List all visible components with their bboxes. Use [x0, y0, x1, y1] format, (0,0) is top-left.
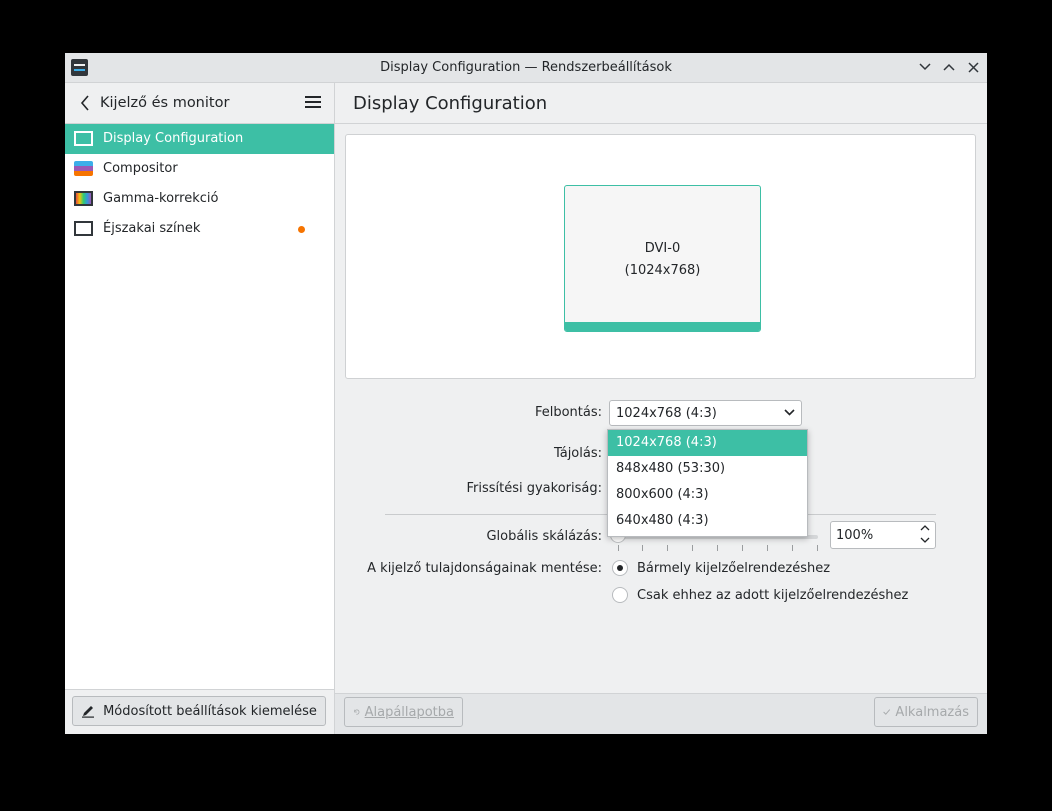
output-dvi-0[interactable]: DVI-0 (1024x768): [564, 185, 761, 332]
main-header: Display Configuration: [335, 83, 987, 124]
scale-spinbox[interactable]: 100%: [830, 521, 936, 549]
title-bar: Display Configuration — Rendszerbeállítá…: [65, 53, 987, 83]
gamma-icon: [74, 191, 93, 206]
close-icon[interactable]: [963, 57, 983, 77]
back-icon[interactable]: [75, 93, 95, 113]
sidebar-title: Kijelző és monitor: [100, 95, 230, 111]
compositor-icon: [74, 161, 93, 176]
chevron-down-icon: [784, 404, 795, 423]
monitor-icon: [74, 221, 93, 236]
sidebar-item-label: Gamma-korrekció: [103, 191, 219, 206]
apply-button[interactable]: Alkalmazás: [874, 697, 978, 727]
monitor-icon: [74, 131, 93, 146]
window-title: Display Configuration — Rendszerbeállítá…: [380, 60, 672, 75]
hamburger-menu-icon[interactable]: [305, 96, 321, 108]
main-panel: Display Configuration DVI-0 (1024x768) F…: [335, 83, 987, 734]
sidebar-item-label: Display Configuration: [103, 131, 244, 146]
highlight-button-label: Módosított beállítások kiemelése: [103, 703, 317, 719]
pen-icon: [82, 706, 95, 718]
output-layout-canvas[interactable]: DVI-0 (1024x768): [345, 134, 976, 379]
apply-button-label: Alkalmazás: [895, 704, 969, 720]
status-dot: [298, 226, 305, 233]
reset-button-label: Alapállapotba: [364, 704, 454, 720]
radio-any-layout-label[interactable]: Bármely kijelzőelrendezéshez: [637, 561, 830, 576]
resolution-option[interactable]: 1024x768 (4:3): [608, 430, 807, 456]
page-title: Display Configuration: [353, 93, 548, 114]
sidebar-footer: Módosított beállítások kiemelése: [65, 689, 334, 734]
global-scale-label: Globális skálázás:: [486, 529, 602, 544]
reset-button[interactable]: Alapállapotba: [344, 697, 463, 727]
scale-slider-ticks: [618, 545, 818, 551]
output-resolution: (1024x768): [624, 263, 701, 278]
sidebar-item-label: Compositor: [103, 161, 178, 176]
sidebar: Kijelző és monitor Display Configuration…: [65, 83, 335, 734]
sidebar-item-compositor[interactable]: Compositor: [65, 154, 334, 184]
scale-value: 100%: [836, 528, 874, 543]
resolution-label: Felbontás:: [534, 405, 602, 420]
sidebar-item-display-configuration[interactable]: Display Configuration: [65, 124, 334, 154]
resolution-option[interactable]: 640x480 (4:3): [608, 508, 807, 534]
sidebar-item-label: Éjszakai színek: [103, 221, 201, 236]
resolution-option[interactable]: 848x480 (53:30): [608, 456, 807, 482]
spin-arrows-icon[interactable]: [920, 523, 930, 548]
refresh-rate-label: Frissítési gyakoriság:: [466, 481, 602, 496]
output-primary-bar: [565, 322, 760, 331]
checkmark-icon: [883, 709, 891, 715]
sidebar-item-night-color[interactable]: Éjszakai színek: [65, 214, 334, 244]
highlight-changed-settings-button[interactable]: Módosított beállítások kiemelése: [72, 696, 326, 726]
resolution-value: 1024x768 (4:3): [616, 406, 717, 421]
settings-window: Display Configuration — Rendszerbeállítá…: [65, 53, 987, 734]
radio-this-layout-label[interactable]: Csak ehhez az adott kijelzőelrendezéshez: [637, 588, 908, 603]
resolution-option[interactable]: 800x600 (4:3): [608, 482, 807, 508]
output-name: DVI-0: [644, 241, 681, 256]
maximize-icon[interactable]: [939, 57, 959, 77]
main-footer: Alapállapotba Alkalmazás: [335, 693, 987, 734]
sidebar-item-gamma[interactable]: Gamma-korrekció: [65, 184, 334, 214]
minimize-icon[interactable]: [915, 57, 935, 77]
undo-icon: [354, 709, 360, 715]
radio-this-layout[interactable]: [612, 587, 628, 603]
orientation-label: Tájolás:: [553, 446, 602, 461]
resolution-combobox[interactable]: 1024x768 (4:3): [609, 400, 802, 426]
save-properties-label: A kijelző tulajdonságainak mentése:: [367, 561, 602, 576]
sidebar-header: Kijelző és monitor: [65, 83, 334, 124]
resolution-dropdown-list: 1024x768 (4:3) 848x480 (53:30) 800x600 (…: [607, 429, 808, 537]
radio-any-layout[interactable]: [612, 560, 628, 576]
